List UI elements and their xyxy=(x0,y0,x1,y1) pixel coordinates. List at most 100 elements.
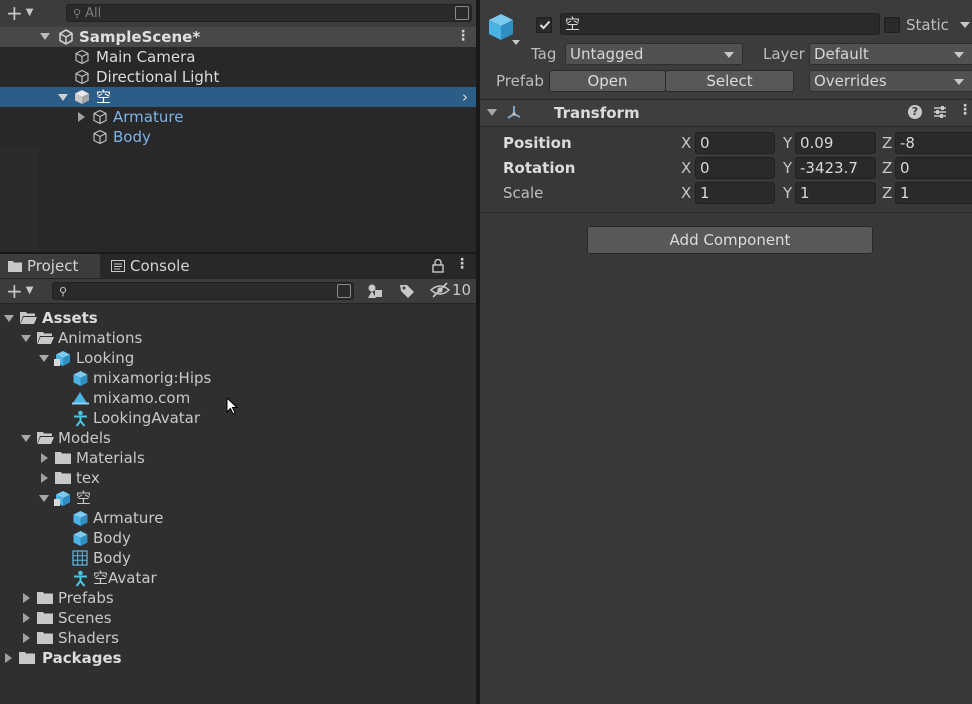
expand-arrow-icon[interactable] xyxy=(39,495,49,502)
create-dropdown-button[interactable]: + ▼ xyxy=(6,281,33,301)
tag-dropdown[interactable]: Untagged xyxy=(565,43,743,65)
project-item-packages[interactable]: Packages xyxy=(0,648,476,668)
axis-x-label: X xyxy=(681,159,692,177)
help-icon[interactable]: ? xyxy=(908,105,922,119)
project-item-body-object[interactable]: Body xyxy=(0,528,476,548)
rotation-y-input[interactable]: -3423.7 xyxy=(795,157,876,179)
project-item-prefabs[interactable]: Prefabs xyxy=(0,588,476,608)
presets-icon[interactable] xyxy=(932,104,948,120)
more-options-icon[interactable]: ⋮ xyxy=(958,102,972,118)
filter-by-label-icon[interactable] xyxy=(399,283,415,299)
create-dropdown-button[interactable]: + ▼ xyxy=(6,3,33,23)
project-item-materials[interactable]: Materials xyxy=(0,448,476,468)
position-z-input[interactable]: -8 xyxy=(895,132,972,154)
project-item-mixamo-com[interactable]: mixamo.com xyxy=(0,388,476,408)
hierarchy-toolbar: + ▼ ⚲ All xyxy=(0,0,476,28)
scene-row[interactable]: SampleScene* ⋮ xyxy=(0,27,476,47)
project-item-label: 空Avatar xyxy=(93,569,157,587)
position-x-input[interactable]: 0 xyxy=(695,132,775,154)
static-checkbox[interactable] xyxy=(884,17,900,33)
scale-y-input[interactable]: 1 xyxy=(795,182,876,204)
expand-arrow-icon[interactable] xyxy=(4,315,14,322)
axis-y-label: Y xyxy=(783,184,793,202)
expand-arrow-icon[interactable] xyxy=(58,94,68,101)
layer-dropdown[interactable]: Default xyxy=(809,43,972,65)
more-options-icon[interactable]: ⋮ xyxy=(455,256,469,272)
project-item-kara-avatar[interactable]: 空Avatar xyxy=(0,568,476,588)
icon-dropdown-arrow-icon[interactable] xyxy=(512,40,520,45)
select-prefab-button[interactable]: Select xyxy=(665,70,794,92)
avatar-icon xyxy=(72,410,89,427)
gameobject-icon xyxy=(74,69,90,85)
overrides-dropdown[interactable]: Overrides xyxy=(809,70,972,92)
hierarchy-item-armature[interactable]: Armature xyxy=(0,107,476,127)
tab-project[interactable]: Project xyxy=(0,254,100,278)
collapsed-arrow-icon[interactable] xyxy=(41,453,48,463)
position-y-input[interactable]: 0.09 xyxy=(795,132,876,154)
project-search-input[interactable]: ⚲ xyxy=(52,282,354,300)
project-item-label: Animations xyxy=(58,329,143,347)
hierarchy-item-body[interactable]: Body xyxy=(0,127,476,147)
project-item-models[interactable]: Models xyxy=(0,428,476,448)
chevron-right-icon[interactable]: › xyxy=(462,87,468,107)
expand-arrow-icon[interactable] xyxy=(40,33,50,40)
search-mode-icon[interactable] xyxy=(337,284,351,298)
project-item-kara-model[interactable]: 空 xyxy=(0,488,476,508)
folder-icon xyxy=(55,471,71,485)
plus-icon: + xyxy=(6,1,23,25)
hierarchy-item-directional-light[interactable]: Directional Light xyxy=(0,67,476,87)
collapsed-arrow-icon[interactable] xyxy=(41,473,48,483)
project-item-scenes[interactable]: Scenes xyxy=(0,608,476,628)
folder-icon xyxy=(55,451,71,465)
hierarchy-item-kara[interactable]: 空 › xyxy=(0,87,476,107)
hierarchy-item-main-camera[interactable]: Main Camera xyxy=(0,47,476,67)
tab-console[interactable]: Console xyxy=(103,254,213,278)
project-item-mixamorig-hips[interactable]: mixamorig:Hips xyxy=(0,368,476,388)
collapsed-arrow-icon[interactable] xyxy=(23,593,30,603)
project-item-looking-avatar[interactable]: LookingAvatar xyxy=(0,408,476,428)
eye-hidden-icon xyxy=(430,282,450,298)
project-item-looking[interactable]: Looking xyxy=(0,348,476,368)
project-panel: Project Console ⋮ + ▼ ⚲ 10 Assets Animat… xyxy=(0,254,476,704)
scale-x-input[interactable]: 1 xyxy=(695,182,775,204)
animation-clip-icon xyxy=(72,391,89,405)
object-name-input[interactable]: 空 xyxy=(560,13,880,35)
project-item-shaders[interactable]: Shaders xyxy=(0,628,476,648)
rotation-z-input[interactable]: 0 xyxy=(895,157,972,179)
collapse-arrow-icon[interactable] xyxy=(487,109,497,116)
chevron-down-icon xyxy=(954,52,964,58)
expand-arrow-icon[interactable] xyxy=(21,335,31,342)
chevron-down-icon xyxy=(954,79,964,85)
object-cube-icon[interactable] xyxy=(486,12,516,42)
rotation-x-input[interactable]: 0 xyxy=(695,157,775,179)
avatar-icon xyxy=(72,570,89,587)
project-item-armature[interactable]: Armature xyxy=(0,508,476,528)
collapsed-arrow-icon[interactable] xyxy=(5,653,12,663)
lock-icon[interactable] xyxy=(432,259,444,273)
hidden-packages-toggle[interactable]: 10 xyxy=(430,281,471,299)
rotation-label: Rotation xyxy=(503,159,576,177)
collapsed-arrow-icon[interactable] xyxy=(23,633,30,643)
active-checkbox[interactable] xyxy=(536,17,552,33)
transform-component-header[interactable]: Transform ? ⋮ xyxy=(480,99,972,127)
add-component-button[interactable]: Add Component xyxy=(587,226,873,254)
project-item-tex[interactable]: tex xyxy=(0,468,476,488)
expand-arrow-icon[interactable] xyxy=(21,435,31,442)
tab-bar: Project Console ⋮ xyxy=(0,254,476,278)
collapsed-arrow-icon[interactable] xyxy=(23,613,30,623)
collapsed-arrow-icon[interactable] xyxy=(78,112,85,122)
static-dropdown-arrow-icon[interactable] xyxy=(960,22,970,28)
inspector-panel: 空 Static Tag Untagged Layer Default Pref… xyxy=(480,0,972,704)
project-item-assets[interactable]: Assets xyxy=(0,308,476,328)
hierarchy-item-label: Main Camera xyxy=(96,48,196,66)
plus-icon: + xyxy=(6,279,23,303)
search-mode-icon[interactable] xyxy=(455,6,469,20)
project-item-animations[interactable]: Animations xyxy=(0,328,476,348)
open-prefab-button[interactable]: Open xyxy=(549,70,666,92)
hierarchy-search-input[interactable]: ⚲ All xyxy=(66,4,472,22)
expand-arrow-icon[interactable] xyxy=(39,355,49,362)
more-options-icon[interactable]: ⋮ xyxy=(456,28,470,44)
project-item-body-mesh[interactable]: Body xyxy=(0,548,476,568)
scale-z-input[interactable]: 1 xyxy=(895,182,972,204)
filter-by-type-icon[interactable] xyxy=(367,283,383,299)
